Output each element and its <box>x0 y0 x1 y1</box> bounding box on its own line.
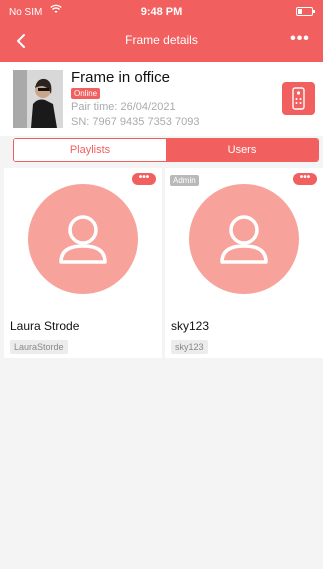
frame-thumbnail <box>13 70 63 128</box>
more-menu-button[interactable]: ••• <box>287 31 313 47</box>
page-title: Frame details <box>125 33 198 47</box>
avatar <box>189 184 299 294</box>
tab-users[interactable]: Users <box>166 139 318 161</box>
user-id-tag: sky123 <box>171 340 208 354</box>
user-icon <box>59 215 107 264</box>
frame-info: Frame in office Online Pair time: 26/04/… <box>0 62 323 136</box>
status-bar: No SIM 9:48 PM <box>0 0 323 22</box>
frame-name: Frame in office <box>71 69 170 86</box>
remote-control-button[interactable] <box>282 82 315 115</box>
user-name: Laura Strode <box>10 319 80 333</box>
user-name: sky123 <box>171 319 210 333</box>
user-id-tag: LauraStorde <box>10 340 68 354</box>
segmented-tabs: Playlists Users <box>13 138 319 162</box>
remote-icon <box>292 87 305 110</box>
navbar: Frame details ••• <box>0 25 323 57</box>
person-photo-icon <box>13 70 63 128</box>
battery-icon <box>296 7 315 16</box>
user-icon <box>220 215 268 264</box>
user-card[interactable]: Admin ••• sky123 sky123 <box>165 168 323 358</box>
avatar <box>28 184 138 294</box>
clock: 9:48 PM <box>140 6 183 18</box>
pair-time: Pair time: 26/04/2021 <box>71 101 176 113</box>
serial-number: SN: 7967 9435 7353 7093 <box>71 116 200 128</box>
status-badge: Online <box>71 88 101 99</box>
header: No SIM 9:48 PM Frame details ••• <box>0 0 323 62</box>
tab-playlists[interactable]: Playlists <box>14 139 166 161</box>
user-card[interactable]: ••• Laura Strode LauraStorde <box>4 168 162 358</box>
